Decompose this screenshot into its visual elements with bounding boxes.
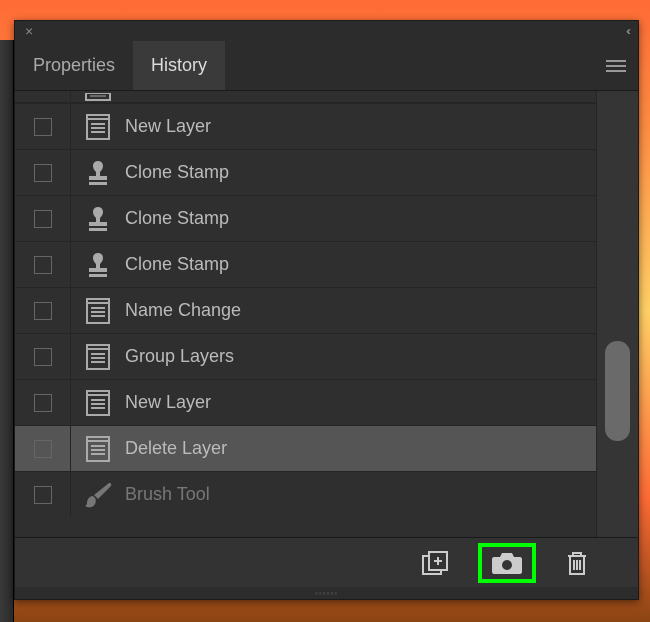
history-row[interactable]: Delete Layer [15,425,596,471]
history-row-label: Clone Stamp [125,208,596,229]
history-checkbox[interactable] [34,348,52,366]
history-row-label: Brush Tool [125,484,596,505]
history-row[interactable]: Clone Stamp [15,241,596,287]
history-row-label: New Layer [125,392,596,413]
history-row[interactable]: New Layer [15,103,596,149]
tab-history[interactable]: History [133,41,225,90]
history-row[interactable]: Brush Tool [15,471,596,517]
history-row[interactable]: Group Layers [15,333,596,379]
history-row[interactable]: Clone Stamp [15,149,596,195]
history-checkbox[interactable] [34,210,52,228]
history-checkbox-slot [15,242,71,287]
history-checkbox-slot [15,472,71,517]
layer-icon [71,435,125,463]
panel-titlebar: × ‹‹ [15,21,638,41]
history-checkbox-slot [15,196,71,241]
history-checkbox[interactable] [34,302,52,320]
history-checkbox[interactable] [34,440,52,458]
history-row-label: Delete Layer [125,438,596,459]
stamp-icon [71,251,125,279]
history-checkbox[interactable] [34,118,52,136]
stamp-icon [71,205,125,233]
history-row[interactable]: Name Change [15,287,596,333]
scrollbar-track[interactable] [596,91,638,537]
stamp-icon [71,159,125,187]
collapse-icon[interactable]: ‹‹ [626,24,628,38]
history-panel: × ‹‹ Properties History New Layer Clone S… [14,20,639,600]
history-checkbox-slot [15,334,71,379]
resize-grip[interactable]: ▫▫▫▫▫▫ [15,587,638,599]
history-row-label: Clone Stamp [125,162,596,183]
tab-bar: Properties History [15,41,638,91]
tab-properties[interactable]: Properties [15,41,133,90]
history-checkbox[interactable] [34,394,52,412]
left-window-edge [0,40,14,622]
history-checkbox-slot [15,104,71,149]
history-checkbox-slot [15,380,71,425]
history-checkbox[interactable] [34,164,52,182]
history-checkbox-slot [15,426,71,471]
layer-icon [71,297,125,325]
close-icon[interactable]: × [25,24,33,38]
history-row-partial [15,91,596,103]
history-list-container: New Layer Clone Stamp Clone Stamp Clone Sta… [15,91,638,537]
panel-menu-icon[interactable] [606,59,626,73]
history-checkbox[interactable] [34,486,52,504]
history-row-label: Name Change [125,300,596,321]
layer-icon [71,343,125,371]
new-document-icon[interactable] [422,551,448,575]
history-list: New Layer Clone Stamp Clone Stamp Clone Sta… [15,91,596,537]
layer-icon [71,389,125,417]
history-checkbox-slot [15,288,71,333]
history-row-label: Clone Stamp [125,254,596,275]
scrollbar-handle[interactable] [605,341,630,441]
history-checkbox[interactable] [34,256,52,274]
history-row[interactable]: New Layer [15,379,596,425]
history-row[interactable]: Clone Stamp [15,195,596,241]
panel-footer [15,537,638,587]
layer-icon [71,113,125,141]
history-row-label: Group Layers [125,346,596,367]
trash-icon[interactable] [566,550,588,576]
snapshot-icon[interactable] [478,543,536,583]
history-checkbox-slot [15,150,71,195]
history-row-label: New Layer [125,116,596,137]
brush-icon [71,481,125,509]
